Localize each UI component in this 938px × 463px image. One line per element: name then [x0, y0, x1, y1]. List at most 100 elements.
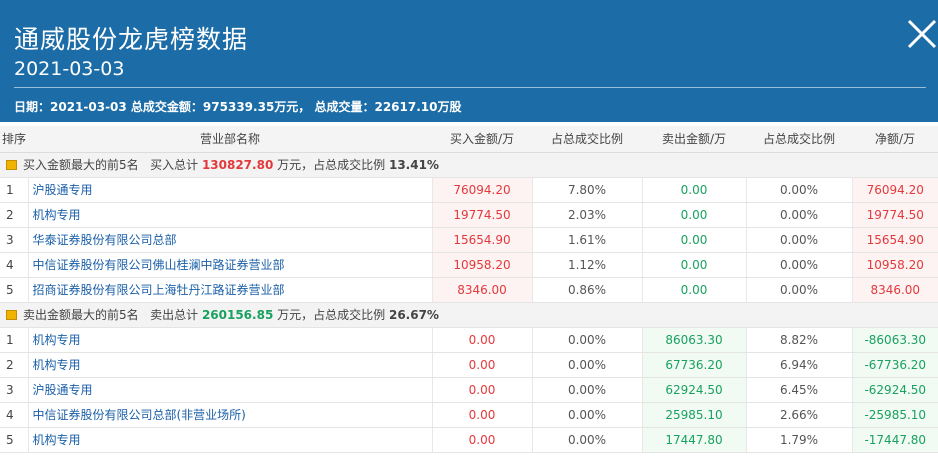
buy-row: 5 招商证券股份有限公司上海牡丹江路证券营业部 8346.00 0.86% 0.00 0.… [0, 277, 938, 303]
buy-amount-cell: 0.00 [431, 377, 532, 403]
buy-amount-cell: 76094.20 [431, 177, 532, 203]
buy-unit-ratio-label: 万元，占总成交比例 [277, 158, 386, 172]
sell-section-prefix: 卖出金额最大的前5名 [23, 308, 139, 322]
sell-ratio-cell: 1.79% [745, 427, 852, 453]
rank-cell: 1 [0, 177, 28, 203]
sell-amount-cell: 17447.80 [641, 427, 746, 453]
buy-ratio-cell: 0.86% [531, 277, 642, 303]
buy-ratio-cell: 1.61% [531, 227, 642, 253]
dragon-tiger-table: 排序 营业部名称 买入金额/万 占总成交比例 卖出金额/万 占总成交比例 净额/… [0, 126, 938, 453]
rank-cell: 4 [0, 252, 28, 278]
buy-amount-cell: 0.00 [431, 327, 532, 353]
buy-ratio-cell: 1.12% [531, 252, 642, 278]
rank-cell: 3 [0, 227, 28, 253]
branch-name-link[interactable]: 机构专用 [27, 202, 432, 228]
buy-row: 1 沪股通专用 76094.20 7.80% 0.00 0.00% 76094.20 [0, 177, 938, 203]
col-branch-name[interactable]: 营业部名称 [28, 126, 432, 153]
rank-cell: 3 [0, 377, 28, 403]
section-icon [6, 160, 17, 170]
net-amount-cell: 10958.20 [851, 252, 938, 278]
section-icon [6, 310, 17, 320]
buy-ratio-cell: 0.00% [531, 402, 642, 428]
buy-amount-cell: 19774.50 [431, 202, 532, 228]
sell-amount-cell: 0.00 [641, 202, 746, 228]
buy-section-header: 买入金额最大的前5名 买入总计 130827.80 万元，占总成交比例 13.4… [0, 152, 938, 178]
page-title: 通威股份龙虎榜数据 [14, 25, 249, 54]
buy-total-value: 130827.80 [201, 158, 274, 172]
sell-row: 3 沪股通专用 0.00 0.00% 62924.50 6.45% -62924.50 [0, 377, 938, 403]
sell-amount-cell: 0.00 [641, 277, 746, 303]
sell-ratio-cell: 0.00% [745, 277, 852, 303]
col-net-amount[interactable]: 净额/万 [852, 126, 938, 153]
sell-row: 1 机构专用 0.00 0.00% 86063.30 8.82% -86063.30 [0, 327, 938, 353]
col-sell-amount[interactable]: 卖出金额/万 [642, 126, 746, 153]
sell-ratio-cell: 0.00% [745, 227, 852, 253]
buy-ratio-cell: 0.00% [531, 377, 642, 403]
col-sell-ratio[interactable]: 占总成交比例 [746, 126, 852, 153]
branch-name-link[interactable]: 华泰证券股份有限公司总部 [27, 227, 432, 253]
buy-amount-cell: 10958.20 [431, 252, 532, 278]
sell-ratio-cell: 6.45% [745, 377, 852, 403]
sell-row: 5 机构专用 0.00 0.00% 17447.80 1.79% -17447.80 [0, 427, 938, 453]
buy-ratio-cell: 0.00% [531, 427, 642, 453]
sell-ratio-cell: 0.00% [745, 202, 852, 228]
buy-amount-cell: 0.00 [431, 427, 532, 453]
net-amount-cell: -67736.20 [851, 352, 938, 378]
table-header-row: 排序 营业部名称 买入金额/万 占总成交比例 卖出金额/万 占总成交比例 净额/… [0, 126, 938, 153]
buy-section-cell: 买入金额最大的前5名 买入总计 130827.80 万元，占总成交比例 13.4… [0, 152, 938, 178]
sell-row: 2 机构专用 0.00 0.00% 67736.20 6.94% -67736.20 [0, 352, 938, 378]
rank-cell: 2 [0, 202, 28, 228]
rank-cell: 4 [0, 402, 28, 428]
buy-amount-cell: 8346.00 [431, 277, 532, 303]
buy-section-prefix: 买入金额最大的前5名 [23, 158, 139, 172]
trade-summary: 日期：2021-03-03 总成交金额：975339.35万元， 总成交量：22… [14, 100, 462, 114]
rank-cell: 1 [0, 327, 28, 353]
sell-ratio-cell: 0.00% [745, 252, 852, 278]
sell-section-cell: 卖出金额最大的前5名 卖出总计 260156.85 万元，占总成交比例 26.6… [0, 302, 938, 328]
branch-name-link[interactable]: 机构专用 [27, 327, 432, 353]
col-buy-amount[interactable]: 买入金额/万 [432, 126, 532, 153]
branch-name-link[interactable]: 沪股通专用 [27, 377, 432, 403]
buy-ratio-cell: 0.00% [531, 352, 642, 378]
sell-total-ratio: 26.67% [388, 308, 439, 322]
sell-amount-cell: 25985.10 [641, 402, 746, 428]
col-rank[interactable]: 排序 [0, 126, 28, 153]
buy-ratio-cell: 7.80% [531, 177, 642, 203]
sell-amount-cell: 67736.20 [641, 352, 746, 378]
sell-total-value: 260156.85 [201, 308, 274, 322]
net-amount-cell: 76094.20 [851, 177, 938, 203]
sell-ratio-cell: 6.94% [745, 352, 852, 378]
branch-name-link[interactable]: 机构专用 [27, 352, 432, 378]
buy-row: 2 机构专用 19774.50 2.03% 0.00 0.00% 19774.50 [0, 202, 938, 228]
buy-total-ratio: 13.41% [388, 158, 439, 172]
rank-cell: 5 [0, 427, 28, 453]
branch-name-link[interactable]: 沪股通专用 [27, 177, 432, 203]
buy-amount-cell: 0.00 [431, 352, 532, 378]
sell-amount-cell: 0.00 [641, 227, 746, 253]
sell-ratio-cell: 2.66% [745, 402, 852, 428]
page-header: 通威股份龙虎榜数据 2021-03-03 日期：2021-03-03 总成交金额… [0, 0, 938, 122]
net-amount-cell: 15654.90 [851, 227, 938, 253]
sell-amount-cell: 62924.50 [641, 377, 746, 403]
sell-total-label: 卖出总计 [150, 308, 199, 322]
net-amount-cell: 19774.50 [851, 202, 938, 228]
close-icon[interactable] [904, 16, 938, 50]
branch-name-link[interactable]: 中信证券股份有限公司佛山桂澜中路证券营业部 [27, 252, 432, 278]
sell-ratio-cell: 8.82% [745, 327, 852, 353]
branch-name-link[interactable]: 招商证券股份有限公司上海牡丹江路证券营业部 [27, 277, 432, 303]
net-amount-cell: 8346.00 [851, 277, 938, 303]
branch-name-link[interactable]: 机构专用 [27, 427, 432, 453]
col-buy-ratio[interactable]: 占总成交比例 [532, 126, 642, 153]
sell-amount-cell: 86063.30 [641, 327, 746, 353]
sell-ratio-cell: 0.00% [745, 177, 852, 203]
rank-cell: 5 [0, 277, 28, 303]
net-amount-cell: -86063.30 [851, 327, 938, 353]
buy-row: 3 华泰证券股份有限公司总部 15654.90 1.61% 0.00 0.00% 15654… [0, 227, 938, 253]
sell-unit-ratio-label: 万元，占总成交比例 [277, 308, 386, 322]
buy-amount-cell: 15654.90 [431, 227, 532, 253]
buy-total-label: 买入总计 [150, 158, 199, 172]
sell-amount-cell: 0.00 [641, 177, 746, 203]
branch-name-link[interactable]: 中信证券股份有限公司总部(非营业场所) [27, 402, 432, 428]
net-amount-cell: -62924.50 [851, 377, 938, 403]
buy-amount-cell: 0.00 [431, 402, 532, 428]
